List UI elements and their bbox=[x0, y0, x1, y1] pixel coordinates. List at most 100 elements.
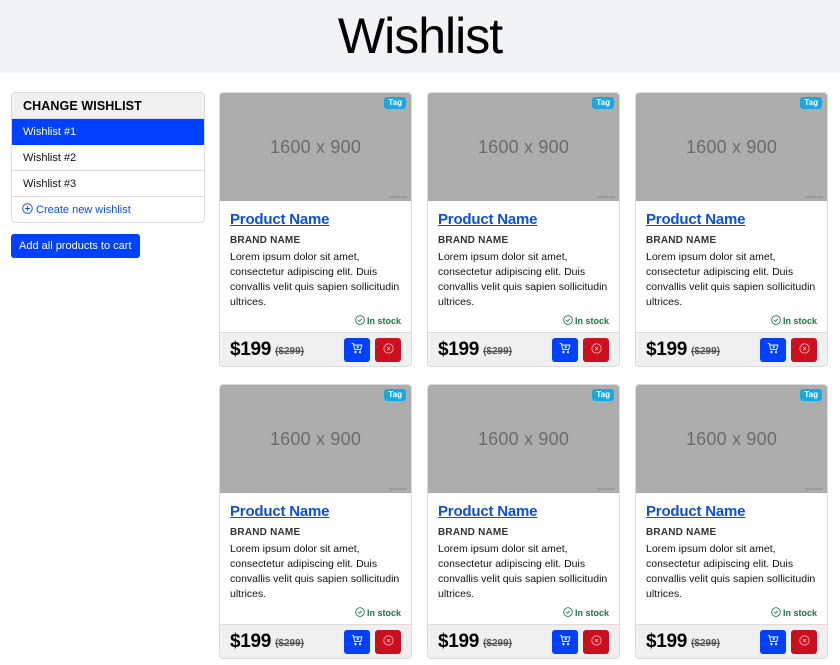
create-wishlist-link[interactable]: Create new wishlist bbox=[12, 197, 204, 222]
product-name-link[interactable]: Product Name bbox=[646, 211, 817, 228]
product-card-body: Product Name BRAND NAME Lorem ipsum dolo… bbox=[428, 493, 619, 624]
brand-name: BRAND NAME bbox=[646, 527, 717, 538]
product-card-footer: $199 ($299) bbox=[220, 624, 411, 658]
create-wishlist-label: Create new wishlist bbox=[36, 203, 131, 216]
remove-from-wishlist-button[interactable] bbox=[791, 629, 817, 654]
x-circle-icon bbox=[798, 634, 810, 649]
brand-name: BRAND NAME bbox=[230, 527, 301, 538]
add-to-cart-button[interactable] bbox=[344, 337, 370, 362]
x-circle-icon bbox=[382, 342, 394, 357]
product-name-link[interactable]: Product Name bbox=[438, 211, 609, 228]
product-old-price: ($299) bbox=[483, 638, 512, 649]
product-card: 1600 x 900 Tag Product Name BRAND NAME L… bbox=[219, 92, 412, 367]
product-card-body: Product Name BRAND NAME Lorem ipsum dolo… bbox=[636, 201, 827, 332]
product-card: 1600 x 900 Tag Product Name BRAND NAME L… bbox=[635, 384, 828, 659]
product-card-footer: $199 ($299) bbox=[636, 624, 827, 658]
product-image: 1600 x 900 Tag bbox=[636, 385, 827, 493]
add-to-cart-button[interactable] bbox=[760, 337, 786, 362]
wishlist-item-3[interactable]: Wishlist #3 bbox=[12, 171, 204, 197]
x-circle-icon bbox=[590, 342, 602, 357]
product-image: 1600 x 900 Tag bbox=[220, 385, 411, 493]
check-circle-icon bbox=[771, 315, 783, 327]
remove-from-wishlist-button[interactable] bbox=[375, 629, 401, 654]
product-image: 1600 x 900 Tag bbox=[428, 93, 619, 201]
add-all-to-cart-button[interactable]: Add all products to cart bbox=[11, 234, 140, 258]
product-card-body: Product Name BRAND NAME Lorem ipsum dolo… bbox=[636, 493, 827, 624]
image-watermark bbox=[597, 196, 615, 198]
product-card-footer: $199 ($299) bbox=[636, 332, 827, 366]
image-placeholder-text: 1600 x 900 bbox=[685, 428, 778, 449]
cart-plus-icon bbox=[767, 342, 779, 357]
product-card-body: Product Name BRAND NAME Lorem ipsum dolo… bbox=[220, 493, 411, 624]
stock-label: In stock bbox=[574, 316, 609, 326]
product-image: 1600 x 900 Tag bbox=[636, 93, 827, 201]
product-card: 1600 x 900 Tag Product Name BRAND NAME L… bbox=[219, 384, 412, 659]
brand-name: BRAND NAME bbox=[438, 235, 509, 246]
product-tag-badge: Tag bbox=[384, 389, 406, 401]
check-circle-icon bbox=[771, 607, 783, 619]
product-name-link[interactable]: Product Name bbox=[230, 211, 401, 228]
add-to-cart-button[interactable] bbox=[552, 629, 578, 654]
x-circle-icon bbox=[382, 634, 394, 649]
cart-plus-icon bbox=[351, 634, 363, 649]
remove-from-wishlist-button[interactable] bbox=[583, 629, 609, 654]
product-old-price: ($299) bbox=[275, 638, 304, 649]
product-actions bbox=[760, 629, 817, 654]
wishlist-item-1[interactable]: Wishlist #1 bbox=[12, 119, 204, 145]
stock-status: In stock bbox=[355, 315, 401, 327]
product-image: 1600 x 900 Tag bbox=[428, 385, 619, 493]
stock-status: In stock bbox=[355, 607, 401, 619]
product-name-link[interactable]: Product Name bbox=[230, 503, 401, 520]
sidebar: CHANGE WISHLIST Wishlist #1 Wishlist #2 … bbox=[11, 92, 205, 258]
check-circle-icon bbox=[355, 315, 367, 327]
product-price: $199 bbox=[438, 630, 480, 652]
product-actions bbox=[344, 629, 401, 654]
check-circle-icon bbox=[563, 607, 575, 619]
image-placeholder-text: 1600 x 900 bbox=[477, 136, 570, 157]
stock-label: In stock bbox=[782, 608, 817, 618]
product-price: $199 bbox=[230, 630, 272, 652]
cart-plus-icon bbox=[767, 634, 779, 649]
image-watermark bbox=[805, 196, 823, 198]
product-actions bbox=[344, 337, 401, 362]
stock-status: In stock bbox=[563, 607, 609, 619]
product-tag-badge: Tag bbox=[592, 389, 614, 401]
product-name-link[interactable]: Product Name bbox=[646, 503, 817, 520]
product-card: 1600 x 900 Tag Product Name BRAND NAME L… bbox=[635, 92, 828, 367]
product-old-price: ($299) bbox=[691, 638, 720, 649]
stock-label: In stock bbox=[366, 608, 401, 618]
product-card-body: Product Name BRAND NAME Lorem ipsum dolo… bbox=[428, 201, 619, 332]
product-card: 1600 x 900 Tag Product Name BRAND NAME L… bbox=[427, 92, 620, 367]
product-card: 1600 x 900 Tag Product Name BRAND NAME L… bbox=[427, 384, 620, 659]
product-actions bbox=[760, 337, 817, 362]
brand-name: BRAND NAME bbox=[438, 527, 509, 538]
cart-plus-icon bbox=[559, 342, 571, 357]
add-to-cart-button[interactable] bbox=[760, 629, 786, 654]
wishlist-item-2[interactable]: Wishlist #2 bbox=[12, 145, 204, 171]
product-description: Lorem ipsum dolor sit amet, consectetur … bbox=[438, 251, 608, 308]
remove-from-wishlist-button[interactable] bbox=[583, 337, 609, 362]
add-to-cart-button[interactable] bbox=[552, 337, 578, 362]
product-name-link[interactable]: Product Name bbox=[438, 503, 609, 520]
product-old-price: ($299) bbox=[483, 346, 512, 357]
product-card-footer: $199 ($299) bbox=[220, 332, 411, 366]
product-tag-badge: Tag bbox=[800, 97, 822, 109]
product-grid: 1600 x 900 Tag Product Name BRAND NAME L… bbox=[219, 92, 828, 659]
product-card-body: Product Name BRAND NAME Lorem ipsum dolo… bbox=[220, 201, 411, 332]
page-header: Wishlist bbox=[0, 0, 840, 73]
stock-status: In stock bbox=[771, 607, 817, 619]
x-circle-icon bbox=[798, 342, 810, 357]
brand-name: BRAND NAME bbox=[230, 235, 301, 246]
remove-from-wishlist-button[interactable] bbox=[375, 337, 401, 362]
plus-circle-icon bbox=[22, 202, 36, 217]
product-description: Lorem ipsum dolor sit amet, consectetur … bbox=[230, 251, 400, 308]
image-placeholder-text: 1600 x 900 bbox=[269, 428, 362, 449]
stock-status: In stock bbox=[563, 315, 609, 327]
cart-plus-icon bbox=[351, 342, 363, 357]
add-to-cart-button[interactable] bbox=[344, 629, 370, 654]
image-watermark bbox=[389, 196, 407, 198]
product-price: $199 bbox=[646, 338, 688, 360]
product-actions bbox=[552, 629, 609, 654]
product-price: $199 bbox=[646, 630, 688, 652]
remove-from-wishlist-button[interactable] bbox=[791, 337, 817, 362]
